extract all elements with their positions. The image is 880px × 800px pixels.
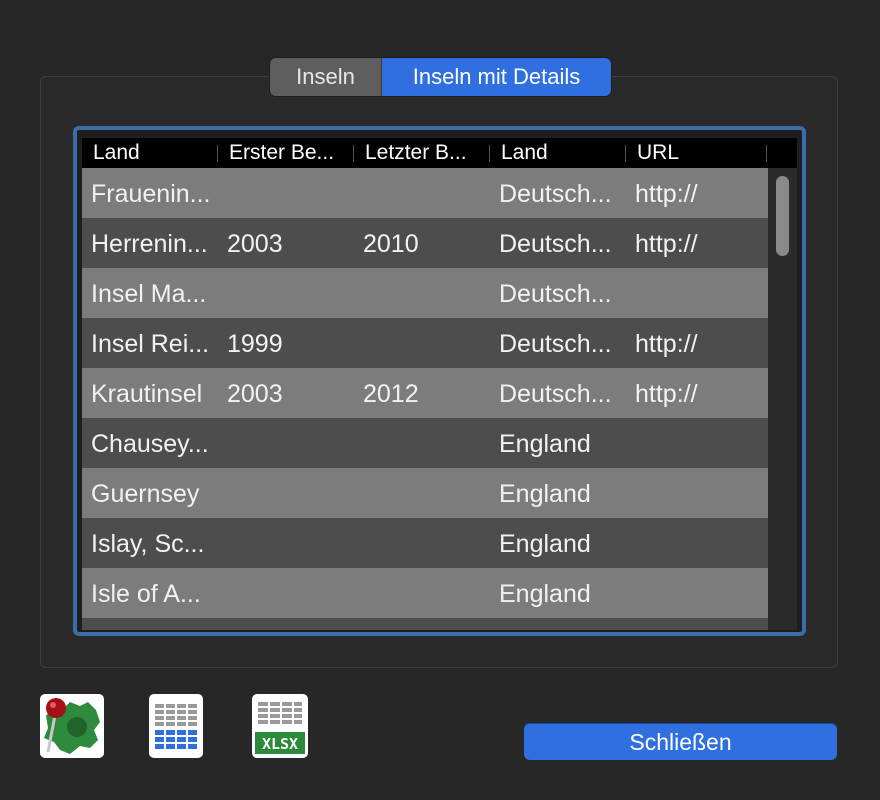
table-cell: England	[499, 430, 591, 458]
table-cell: 2010	[363, 230, 419, 258]
table-cell: 2003	[227, 380, 283, 408]
table-row[interactable]: Islay, Sc... England	[82, 518, 768, 568]
xlsx-label: XLSX	[261, 735, 299, 753]
map-button[interactable]	[40, 694, 104, 758]
table-cell	[218, 618, 354, 630]
map-pin-icon	[44, 698, 100, 754]
table-cell: http://	[635, 380, 698, 408]
table-cell: Guernsey	[91, 480, 200, 508]
table-grid-icon	[155, 704, 197, 749]
table-row[interactable]: Insel Rei... 1999 Deutsch... http://	[82, 318, 768, 368]
table-cell: Deutsch...	[499, 230, 612, 258]
table-cell: Deutsch...	[499, 180, 612, 208]
table-cell	[626, 618, 768, 630]
table-cell: Insel Ma...	[91, 280, 207, 308]
table-cell	[354, 418, 490, 468]
table-export-button[interactable]	[149, 694, 203, 758]
table-cell	[626, 468, 768, 518]
table-cell	[354, 518, 490, 568]
table-body: Frauenin... Deutsch... http:// Herrenin... 2…	[82, 168, 768, 630]
table-cell: Islay, Sc...	[91, 530, 205, 558]
xlsx-export-button[interactable]: XLSX	[252, 694, 308, 758]
table-cell: Frauenin...	[91, 180, 211, 208]
table-cell	[490, 618, 626, 630]
table-row[interactable]: Krautinsel 2003 2012 Deutsch... http://	[82, 368, 768, 418]
table-cell: England	[499, 480, 591, 508]
table-cell	[218, 268, 354, 318]
table-cell: Deutsch...	[499, 280, 612, 308]
table-cell: Insel Rei...	[91, 330, 210, 358]
tab-inseln-mit-details[interactable]: Inseln mit Details	[382, 58, 611, 96]
table-row[interactable]: Herrenin... 2003 2010 Deutsch... http://	[82, 218, 768, 268]
column-header-erster-besuch[interactable]: Erster Be...	[218, 138, 354, 168]
close-button[interactable]: Schließen	[524, 723, 837, 760]
table-cell	[354, 618, 490, 630]
table-cell	[218, 418, 354, 468]
table-cell	[354, 468, 490, 518]
table-cell: Isle of A...	[91, 580, 201, 608]
column-header-land-2[interactable]: Land	[490, 138, 626, 168]
column-header-land[interactable]: Land	[82, 138, 218, 168]
table-row[interactable]: Chausey... England	[82, 418, 768, 468]
table-cell: 1999	[227, 330, 283, 358]
table-cell	[354, 168, 490, 218]
table-cell	[218, 568, 354, 618]
vertical-scrollbar[interactable]	[768, 168, 797, 630]
table-cell: 2003	[227, 230, 283, 258]
table-row[interactable]: Frauenin... Deutsch... http://	[82, 168, 768, 218]
table-cell	[218, 168, 354, 218]
column-header-letzter-besuch[interactable]: Letzter B...	[354, 138, 490, 168]
table-cell	[354, 568, 490, 618]
table-row[interactable]: Insel Ma... Deutsch...	[82, 268, 768, 318]
table-cell	[626, 268, 768, 318]
table-cell: http://	[635, 230, 698, 258]
table-cell: Krautinsel	[91, 380, 203, 408]
islands-table[interactable]: Land Erster Be... Letzter B... Land URL …	[73, 126, 806, 636]
table-cell: England	[499, 530, 591, 558]
table-cell	[218, 468, 354, 518]
table-header: Land Erster Be... Letzter B... Land URL	[82, 138, 797, 168]
column-header-url[interactable]: URL	[626, 138, 767, 168]
table-cell	[626, 568, 768, 618]
tab-inseln[interactable]: Inseln	[270, 58, 382, 96]
table-cell: http://	[635, 180, 698, 208]
table-cell: Deutsch...	[499, 330, 612, 358]
table-cell: England	[499, 580, 591, 608]
table-cell	[218, 518, 354, 568]
table-cell: 2012	[363, 380, 419, 408]
table-cell	[626, 418, 768, 468]
table-cell: Deutsch...	[499, 380, 612, 408]
table-cell: Herrenin...	[91, 230, 208, 258]
table-row[interactable]: Isle of A... England	[82, 568, 768, 618]
table-cell: Chausey...	[91, 430, 209, 458]
table-cell	[82, 618, 218, 630]
table-row[interactable]: Guernsey England	[82, 468, 768, 518]
table-cell	[354, 318, 490, 368]
table-cell	[626, 518, 768, 568]
segmented-control[interactable]: Inseln Inseln mit Details	[270, 58, 611, 96]
scrollbar-thumb[interactable]	[776, 176, 789, 256]
table-row[interactable]	[82, 618, 768, 630]
table-cell	[354, 268, 490, 318]
table-cell: http://	[635, 330, 698, 358]
